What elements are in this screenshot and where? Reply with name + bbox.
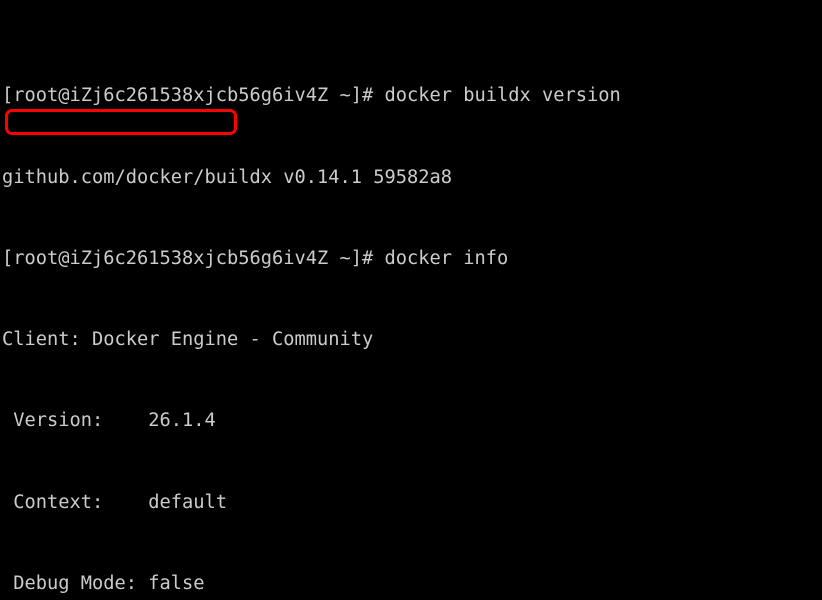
terminal-line-buildx-version-output: github.com/docker/buildx v0.14.1 59582a8: [2, 166, 453, 188]
terminal-window[interactable]: [root@iZj6c261538xjcb56g6iv4Z ~]# docker…: [0, 0, 822, 600]
terminal-line-client-debug-mode: Debug Mode: false: [2, 572, 205, 594]
terminal-line-client-version: Version: 26.1.4: [2, 410, 216, 432]
terminal-screen: [root@iZj6c261538xjcb56g6iv4Z ~]# docker…: [0, 1, 677, 600]
terminal-line-prompt-buildx-version: [root@iZj6c261538xjcb56g6iv4Z ~]# docker…: [2, 85, 621, 107]
terminal-line-prompt-docker-info: [root@iZj6c261538xjcb56g6iv4Z ~]# docker…: [2, 247, 509, 269]
terminal-line-client-context: Context: default: [2, 491, 228, 513]
terminal-line-client-header: Client: Docker Engine - Community: [2, 329, 374, 351]
